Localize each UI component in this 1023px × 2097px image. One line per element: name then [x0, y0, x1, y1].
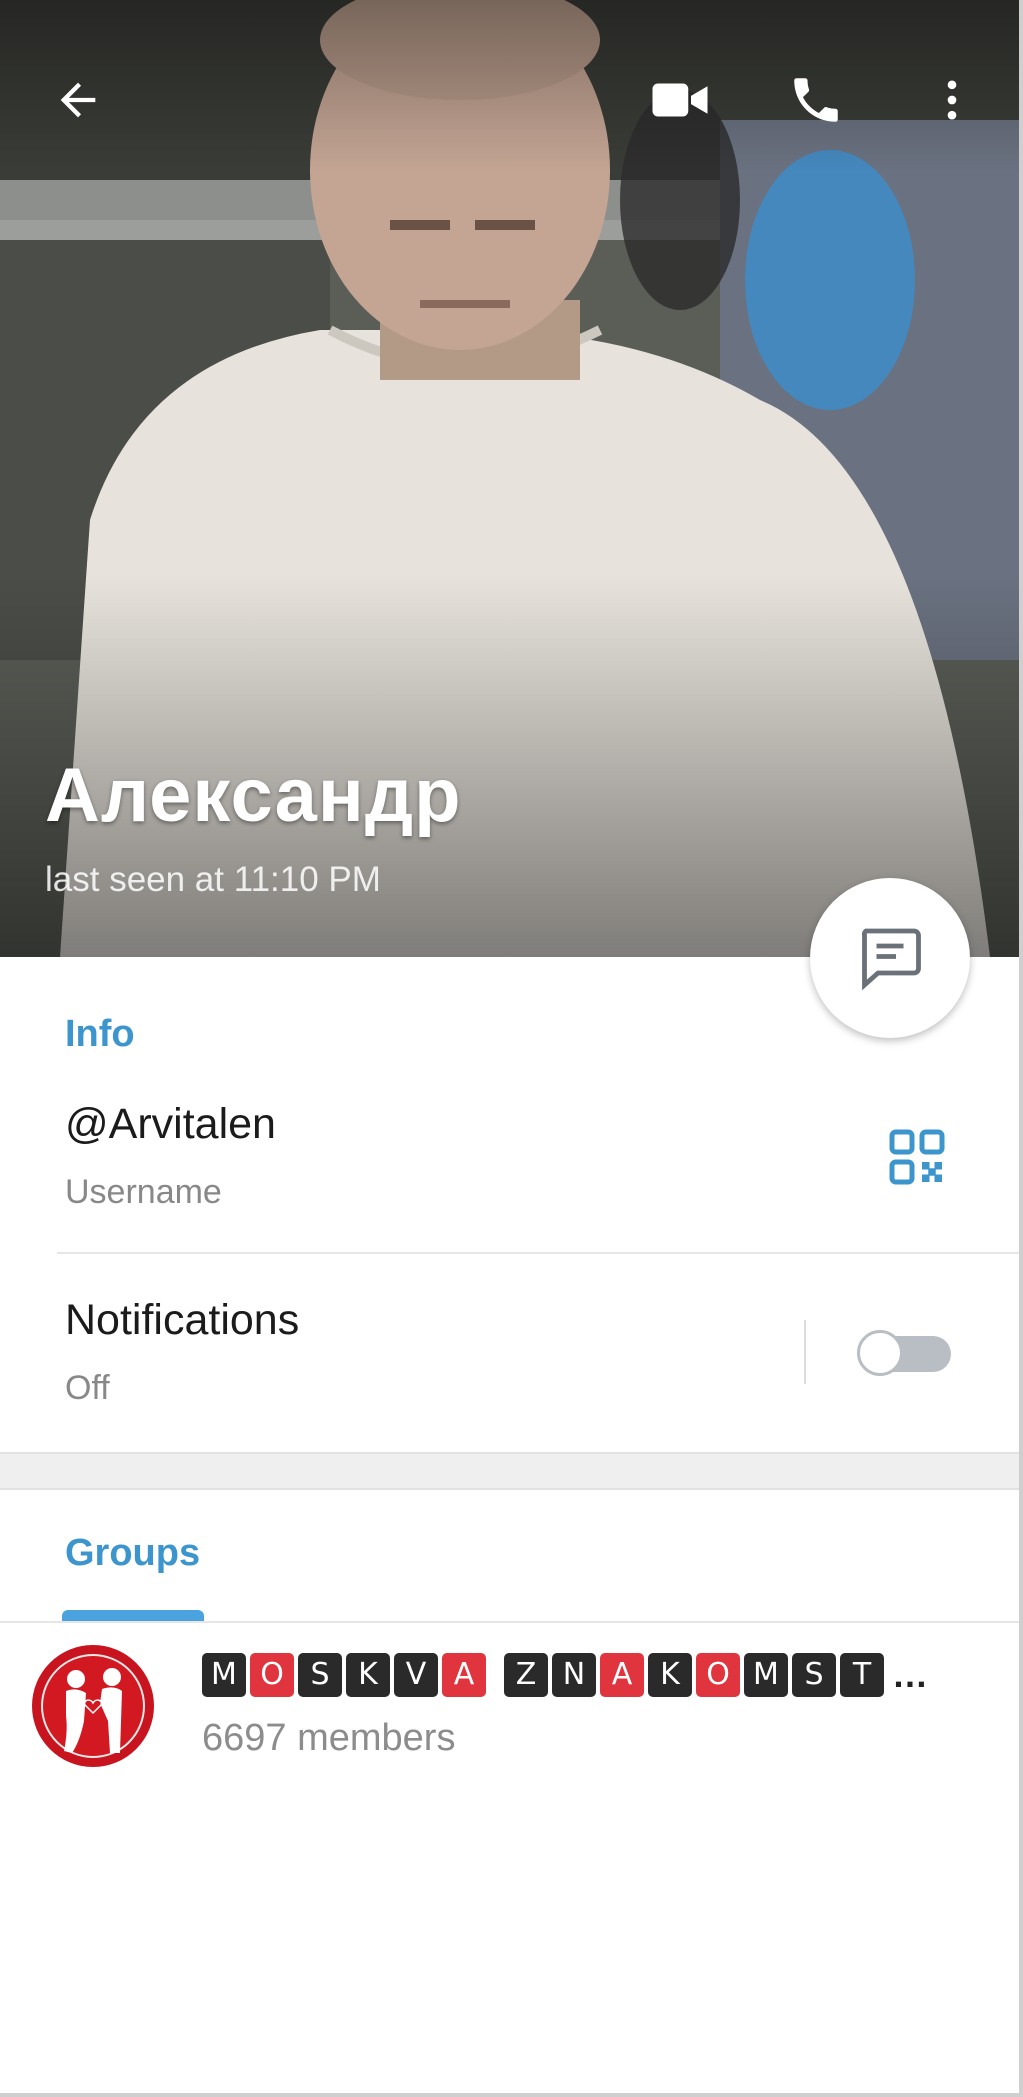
- section-gap: [0, 1452, 1023, 1490]
- message-icon: [861, 928, 921, 991]
- notifications-label: Notifications: [65, 1296, 300, 1344]
- back-arrow-icon[interactable]: [38, 60, 118, 140]
- tab-divider: [0, 1621, 1023, 1623]
- group-avatar: [28, 1641, 158, 1771]
- phone-icon[interactable]: [776, 60, 856, 140]
- profile-name: Александр: [45, 753, 462, 838]
- name-letter-tile: O: [696, 1653, 740, 1697]
- tab-groups[interactable]: Groups: [65, 1532, 200, 1575]
- last-seen-status: last seen at 11:10 PM: [45, 860, 381, 899]
- username-caption: Username: [65, 1173, 222, 1211]
- name-letter-tile: M: [202, 1653, 246, 1697]
- profile-header: Александр last seen at 11:10 PM: [0, 0, 1023, 957]
- name-letter-tile: A: [600, 1653, 644, 1697]
- username-value: @Arvitalen: [65, 1100, 276, 1148]
- send-message-button[interactable]: [810, 878, 970, 1038]
- notifications-toggle[interactable]: [857, 1330, 953, 1376]
- name-letter-tile: M: [744, 1653, 788, 1697]
- name-letter-tile: A: [442, 1653, 486, 1697]
- name-letter-tile: V: [394, 1653, 438, 1697]
- name-letter-tile: T: [840, 1653, 884, 1697]
- info-section-title: Info: [65, 1013, 135, 1055]
- name-ellipsis: …: [892, 1654, 928, 1695]
- name-letter-tile: O: [250, 1653, 294, 1697]
- group-name: M O S K V A Z N A K O M S T …: [202, 1650, 928, 1700]
- video-call-icon[interactable]: [640, 60, 720, 140]
- group-members-count: 6697 members: [202, 1717, 456, 1759]
- notifications-value: Off: [65, 1369, 110, 1407]
- name-letter-tile: Z: [504, 1653, 548, 1697]
- name-letter-tile: K: [346, 1653, 390, 1697]
- qr-code-icon[interactable]: [887, 1127, 947, 1187]
- name-letter-tile: S: [298, 1653, 342, 1697]
- more-vertical-icon[interactable]: [912, 60, 992, 140]
- info-divider: [57, 1252, 1023, 1254]
- name-letter-tile: S: [792, 1653, 836, 1697]
- name-letter-tile: [490, 1653, 500, 1697]
- name-letter-tile: K: [648, 1653, 692, 1697]
- toggle-separator: [804, 1320, 806, 1384]
- name-letter-tile: N: [552, 1653, 596, 1697]
- list-item-group[interactable]: M O S K V A Z N A K O M S T … 6697 membe…: [0, 1625, 1023, 1795]
